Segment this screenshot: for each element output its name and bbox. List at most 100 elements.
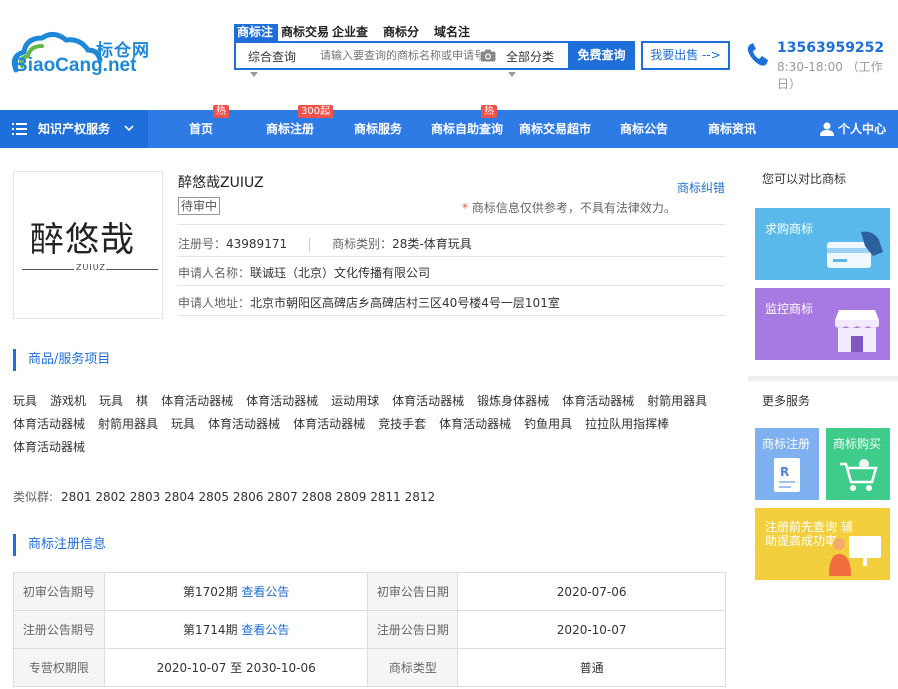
issue-number: 第1702期 — [182, 585, 238, 599]
site-header: 标仓网 BiaoCang.net 商标注 商标交易 企业查 商标分 域名注 综合… — [0, 0, 898, 110]
disclaimer-notice: * 商标信息仅供参考，不具有法律效力。 — [462, 199, 676, 216]
search-button[interactable]: 免费查询 — [568, 41, 635, 70]
address-value: 北京市朝阳区高碑店乡高碑店村三区40号楼4号一层101室 — [250, 296, 560, 310]
working-hours: 8:30-18:00 （工作日） — [777, 60, 883, 91]
precheck-card[interactable]: 注册前先查询 辅助提高成功率 — [755, 508, 890, 580]
sell-trademark-button[interactable]: 我要出售 --> — [641, 41, 730, 70]
goods-item: 体育活动器械 — [13, 417, 86, 431]
goods-item: 玩具 — [99, 394, 124, 408]
camera-icon[interactable] — [480, 49, 496, 62]
search-tab-company[interactable]: 企业查 — [329, 24, 380, 41]
disclaimer-text: 商标信息仅供参考，不具有法律效力。 — [468, 201, 676, 215]
goods-item: 体育活动器械 — [161, 394, 234, 408]
nav-item-label: 商标公告 — [620, 122, 669, 136]
nav-item-label: 商标交易超市 — [519, 122, 592, 136]
goods-item: 体育活动器械 — [13, 440, 86, 454]
menu-icon — [12, 123, 27, 135]
main-nav: 知识产权服务 首页 热 商标注册 300起 商标服务 商标自助查询 热 商标交易… — [0, 105, 898, 148]
trademark-name: 醉悠哉ZUIUZ — [178, 175, 264, 191]
goods-item: 钓鱼用具 — [524, 417, 573, 431]
status-badge: 待审中 — [178, 197, 221, 215]
purchase-trademark-card[interactable]: 商标购买 — [826, 428, 890, 500]
nav-item-self-search[interactable]: 商标自助查询 热 — [431, 105, 504, 148]
applicant-value: 联诚珏（北京）文化传播有限公司 — [250, 266, 431, 280]
divider — [178, 256, 725, 257]
reg-no-value: 43989171 — [226, 237, 288, 251]
table-key: 注册公告日期 — [367, 610, 459, 649]
address-row: 申请人地址：北京市朝阳区高碑店乡高碑店村三区40号楼4号一层101室 — [178, 294, 560, 311]
search-tab-trademark-register[interactable]: 商标注 — [234, 24, 278, 41]
table-key: 初审公告日期 — [367, 572, 459, 611]
monitor-trademark-card[interactable]: 监控商标 — [755, 288, 890, 360]
registration-table: 初审公告期号 第1702期 查看公告 初审公告日期 2020-07-06 注册公… — [13, 572, 726, 687]
register-trademark-card[interactable]: 商标注册 R — [755, 428, 819, 500]
goods-item: 棋 — [136, 394, 149, 408]
nav-item-label: 商标服务 — [354, 122, 403, 136]
price-badge: 300起 — [298, 105, 334, 118]
svg-text:R: R — [780, 465, 789, 479]
class-value: 28类-体育玩具 — [392, 237, 472, 251]
nav-item-trademark-service[interactable]: 商标服务 — [354, 110, 402, 148]
shopping-cart-icon — [840, 459, 878, 491]
user-center-link[interactable]: 个人中心 — [820, 110, 886, 148]
buy-trademark-label: 求购商标 — [765, 222, 814, 236]
register-trademark-label: 商标注册 — [762, 437, 811, 451]
nav-item-trade-market[interactable]: 商标交易超市 — [519, 110, 591, 148]
goods-item: 体育活动器械 — [208, 417, 281, 431]
goods-list: 玩具 游戏机 玩具棋体育活动器械 体育活动器械 运动用球 体育活动器械 锻炼身体器械 体育活动… — [13, 390, 728, 459]
reg-no-label: 注册号： — [178, 237, 227, 251]
divider — [178, 224, 725, 225]
applicant-row: 申请人名称：联诚珏（北京）文化传播有限公司 — [178, 264, 430, 281]
user-center-label: 个人中心 — [838, 122, 887, 136]
goods-item: 体育活动器械 — [439, 417, 512, 431]
search-input[interactable] — [320, 45, 480, 66]
consultant-illustration-icon — [829, 536, 881, 576]
table-key: 专营权期限 — [13, 648, 105, 687]
goods-item: 拉拉队用指挥棒 — [585, 417, 670, 431]
scope-chevron-down-icon[interactable] — [250, 72, 258, 77]
card-payment-icon — [827, 231, 883, 268]
table-value: 2020-10-07 至 2030-10-06 — [103, 648, 369, 687]
nav-item-news[interactable]: 商标资讯 — [708, 110, 756, 148]
search-tabs: 商标注 商标交易 企业查 商标分 域名注 — [234, 24, 482, 41]
sidebar: 您可以对比商标 求购商标 监控商标 更多服务 商标注册 R 商标购买 注册前先查… — [748, 157, 898, 689]
goods-section-title: 商品/服务项目 — [13, 349, 110, 371]
table-value: 普通 — [457, 648, 726, 687]
goods-item: 体育活动器械 — [293, 417, 366, 431]
logo-english-text: BiaoCang.net — [14, 55, 137, 76]
search-tab-trademark-trade[interactable]: 商标交易 — [278, 24, 329, 41]
goods-item: 射箭用器具 — [647, 394, 708, 408]
more-services-title: 更多服务 — [762, 394, 811, 408]
compare-panel-title: 您可以对比商标 — [762, 172, 847, 186]
goods-item: 竞技手套 — [378, 417, 427, 431]
nav-item-announcement[interactable]: 商标公告 — [620, 110, 668, 148]
buy-trademark-card[interactable]: 求购商标 — [755, 208, 890, 280]
contact-phone: 13563959252 — [777, 40, 885, 56]
chevron-down-icon — [124, 125, 134, 132]
goods-item: 射箭用器具 — [98, 417, 159, 431]
goods-item: 玩具 — [13, 394, 38, 408]
table-value: 第1702期 查看公告 — [103, 572, 369, 611]
purchase-trademark-label: 商标购买 — [833, 437, 882, 451]
trademark-dispute-link[interactable]: 商标纠错 — [677, 179, 725, 196]
search-tab-trademark-class[interactable]: 商标分 — [380, 24, 431, 41]
monitor-trademark-label: 监控商标 — [765, 302, 814, 316]
class-chevron-down-icon[interactable] — [508, 72, 516, 77]
search-tab-domain[interactable]: 域名注 — [431, 24, 482, 41]
search-class-select[interactable]: 全部分类 — [506, 48, 554, 65]
view-announcement-link[interactable]: 查看公告 — [241, 623, 289, 637]
goods-item: 体育活动器械 — [562, 394, 635, 408]
nav-item-label: 商标注册 — [266, 122, 315, 136]
decor-line — [106, 269, 158, 270]
nav-category-menu[interactable]: 知识产权服务 — [0, 110, 148, 148]
reg-section-title: 商标注册信息 — [13, 534, 106, 556]
table-value: 第1714期 查看公告 — [103, 610, 369, 649]
phone-icon — [747, 43, 768, 66]
class-label: 商标类别： — [332, 237, 393, 251]
nav-item-trademark-register[interactable]: 商标注册 300起 — [266, 105, 334, 148]
nav-item-home[interactable]: 首页 热 — [189, 105, 229, 148]
search-scope-select[interactable]: 综合查询 — [248, 48, 296, 65]
search-box: 综合查询 全部分类 免费查询 — [234, 41, 635, 70]
nav-item-label: 商标自助查询 — [431, 122, 504, 136]
view-announcement-link[interactable]: 查看公告 — [241, 585, 289, 599]
